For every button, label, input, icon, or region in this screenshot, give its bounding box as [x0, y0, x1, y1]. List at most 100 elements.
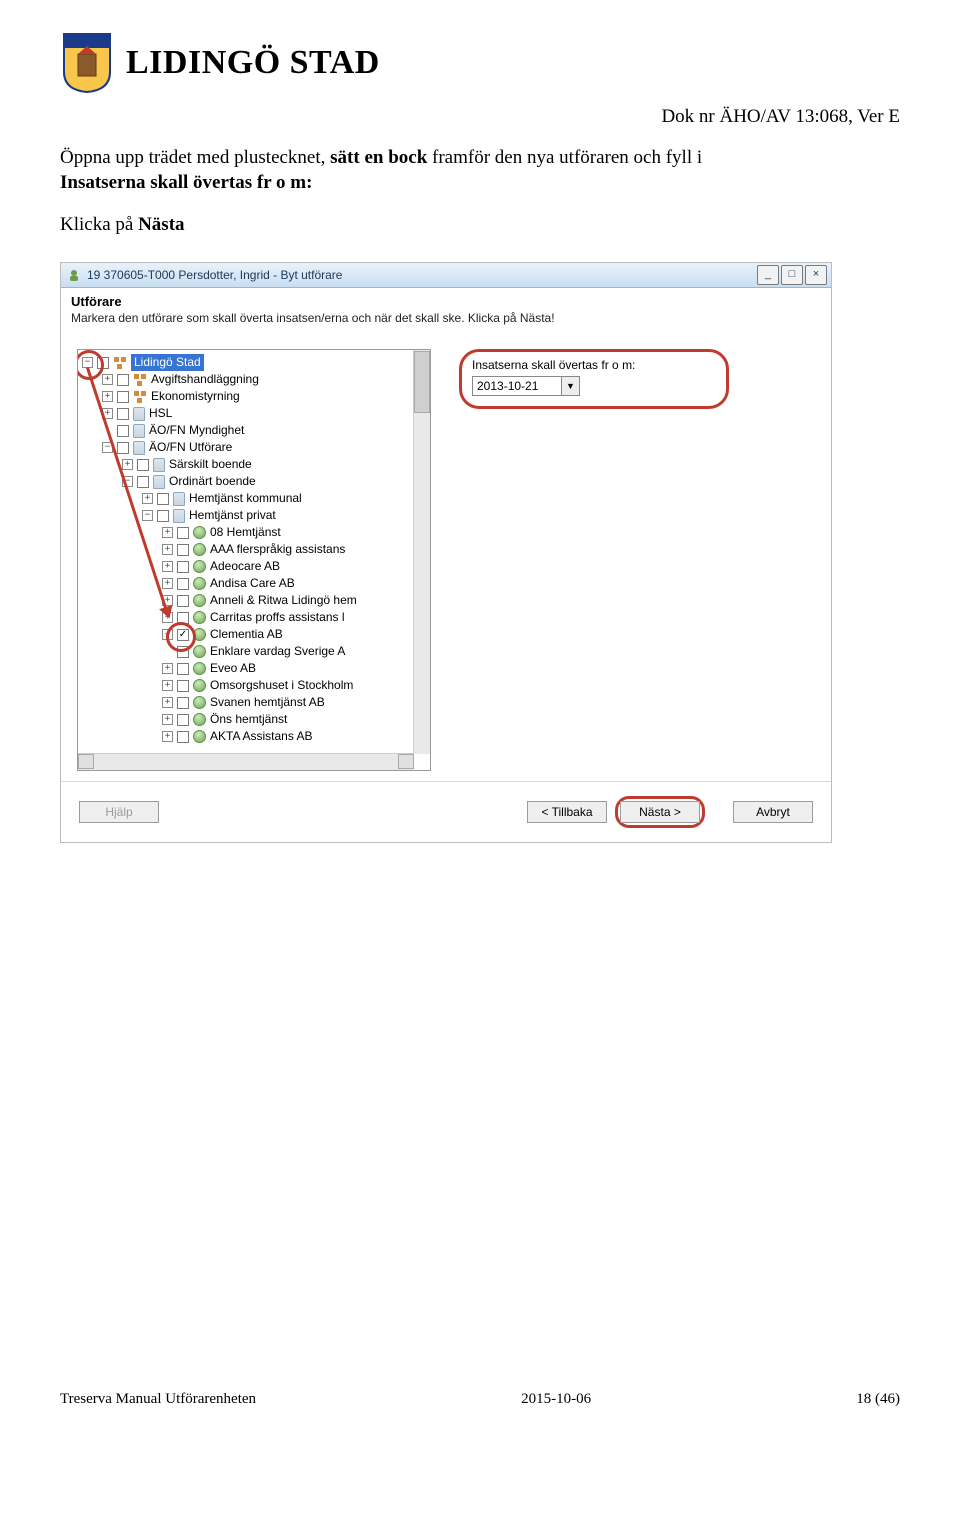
- checkbox[interactable]: [117, 425, 129, 437]
- date-panel: Insatserna skall övertas fr o m: ▼: [459, 349, 815, 771]
- expand-icon[interactable]: +: [162, 544, 173, 555]
- checkbox[interactable]: [177, 595, 189, 607]
- instruction-text: Markera den utförare som skall överta in…: [61, 311, 831, 335]
- tree-node[interactable]: + Omsorgshuset i Stockholm: [82, 677, 430, 694]
- minimize-button[interactable]: _: [757, 265, 779, 285]
- expand-icon[interactable]: +: [162, 714, 173, 725]
- checkbox-checked[interactable]: [177, 629, 189, 641]
- tree-node[interactable]: − Ordinärt boende: [82, 473, 430, 490]
- checkbox[interactable]: [177, 578, 189, 590]
- checkbox[interactable]: [177, 680, 189, 692]
- tree-node[interactable]: +08 Hemtjänst: [82, 524, 430, 541]
- expand-icon[interactable]: +: [162, 578, 173, 589]
- checkbox[interactable]: [137, 476, 149, 488]
- expand-icon[interactable]: −: [122, 476, 133, 487]
- tree-node[interactable]: + HSL: [82, 405, 430, 422]
- tree-label: Avgiftshandläggning: [151, 371, 259, 388]
- checkbox[interactable]: [177, 561, 189, 573]
- expand-icon[interactable]: +: [122, 459, 133, 470]
- tree-node[interactable]: + Svanen hemtjänst AB: [82, 694, 430, 711]
- tree-node[interactable]: +Adeocare AB: [82, 558, 430, 575]
- checkbox[interactable]: [177, 697, 189, 709]
- maximize-button[interactable]: □: [781, 265, 803, 285]
- expand-icon[interactable]: +: [162, 527, 173, 538]
- expand-icon[interactable]: +: [162, 663, 173, 674]
- date-input[interactable]: [472, 376, 562, 396]
- window-titlebar[interactable]: 19 370605-T000 Persdotter, Ingrid - Byt …: [61, 263, 831, 288]
- checkbox[interactable]: [157, 510, 169, 522]
- expand-icon[interactable]: +: [162, 629, 173, 640]
- tree-label: AAA flerspråkig assistans: [210, 541, 345, 558]
- scroll-thumb[interactable]: [414, 351, 430, 413]
- checkbox[interactable]: [177, 731, 189, 743]
- tree-node[interactable]: + Eveo AB: [82, 660, 430, 677]
- expand-icon[interactable]: −: [82, 357, 93, 368]
- checkbox[interactable]: [177, 646, 189, 658]
- checkbox[interactable]: [177, 612, 189, 624]
- expand-icon[interactable]: +: [162, 595, 173, 606]
- back-button[interactable]: < Tillbaka: [527, 801, 607, 823]
- person-icon: [193, 696, 206, 709]
- tree-label: Omsorgshuset i Stockholm: [210, 677, 353, 694]
- app-icon: [67, 268, 81, 282]
- tree-node[interactable]: + Ekonomistyrning: [82, 388, 430, 405]
- expand-icon[interactable]: −: [142, 510, 153, 521]
- page-footer: Treserva Manual Utförarenheten 2015-10-0…: [60, 1391, 900, 1408]
- expand-icon[interactable]: +: [102, 391, 113, 402]
- date-dropdown-button[interactable]: ▼: [562, 376, 580, 396]
- tree-node[interactable]: ÄO/FN Myndighet: [82, 422, 430, 439]
- tree-node[interactable]: − Hemtjänst privat: [82, 507, 430, 524]
- tree-label: Svanen hemtjänst AB: [210, 694, 325, 711]
- tree-node-root[interactable]: − Lidingö Stad: [82, 354, 430, 371]
- expand-icon[interactable]: +: [162, 612, 173, 623]
- tree-label: Andisa Care AB: [210, 575, 295, 592]
- tree-node[interactable]: − ÄO/FN Utförare: [82, 439, 430, 456]
- tree-label: Eveo AB: [210, 660, 256, 677]
- expand-icon[interactable]: +: [162, 731, 173, 742]
- tree-node[interactable]: + Andisa Care AB: [82, 575, 430, 592]
- close-button[interactable]: ×: [805, 265, 827, 285]
- scrollbar-vertical[interactable]: [413, 350, 430, 754]
- tree-node[interactable]: + AAA flerspråkig assistans: [82, 541, 430, 558]
- checkbox[interactable]: [177, 527, 189, 539]
- tree-node[interactable]: + Avgiftshandläggning: [82, 371, 430, 388]
- window-title: 19 370605-T000 Persdotter, Ingrid - Byt …: [87, 268, 342, 282]
- expand-icon[interactable]: +: [162, 697, 173, 708]
- checkbox[interactable]: [97, 357, 109, 369]
- checkbox[interactable]: [117, 408, 129, 420]
- checkbox[interactable]: [157, 493, 169, 505]
- person-icon: [193, 543, 206, 556]
- expand-icon[interactable]: +: [102, 408, 113, 419]
- date-label: Insatserna skall övertas fr o m:: [472, 358, 716, 372]
- checkbox[interactable]: [137, 459, 149, 471]
- expand-icon[interactable]: +: [102, 374, 113, 385]
- checkbox[interactable]: [177, 663, 189, 675]
- checkbox[interactable]: [117, 374, 129, 386]
- checkbox[interactable]: [177, 714, 189, 726]
- tree-node[interactable]: Enklare vardag Sverige A: [82, 643, 430, 660]
- tree-node[interactable]: +Clementia AB: [82, 626, 430, 643]
- tree-node[interactable]: +Anneli & Ritwa Lidingö hem: [82, 592, 430, 609]
- expand-icon[interactable]: −: [102, 442, 113, 453]
- org-tree[interactable]: − Lidingö Stad + Avgiftshandläggning +: [77, 349, 431, 771]
- cancel-button[interactable]: Avbryt: [733, 801, 813, 823]
- tree-node[interactable]: + Hemtjänst kommunal: [82, 490, 430, 507]
- person-icon: [193, 713, 206, 726]
- tree-node[interactable]: + AKTA Assistans AB: [82, 728, 430, 745]
- checkbox[interactable]: [117, 442, 129, 454]
- scrollbar-horizontal[interactable]: [78, 753, 414, 770]
- text-bold: Nästa: [138, 214, 184, 235]
- checkbox[interactable]: [117, 391, 129, 403]
- person-icon: [193, 645, 206, 658]
- expand-icon[interactable]: +: [162, 680, 173, 691]
- next-button[interactable]: Nästa >: [620, 801, 700, 823]
- expand-icon[interactable]: +: [162, 561, 173, 572]
- expand-icon[interactable]: +: [142, 493, 153, 504]
- tree-node[interactable]: +Carritas proffs assistans l: [82, 609, 430, 626]
- tree-label: AKTA Assistans AB: [210, 728, 313, 745]
- tree-label: ÄO/FN Utförare: [149, 439, 232, 456]
- tree-node[interactable]: +Öns hemtjänst: [82, 711, 430, 728]
- help-button[interactable]: Hjälp: [79, 801, 159, 823]
- tree-node[interactable]: + Särskilt boende: [82, 456, 430, 473]
- checkbox[interactable]: [177, 544, 189, 556]
